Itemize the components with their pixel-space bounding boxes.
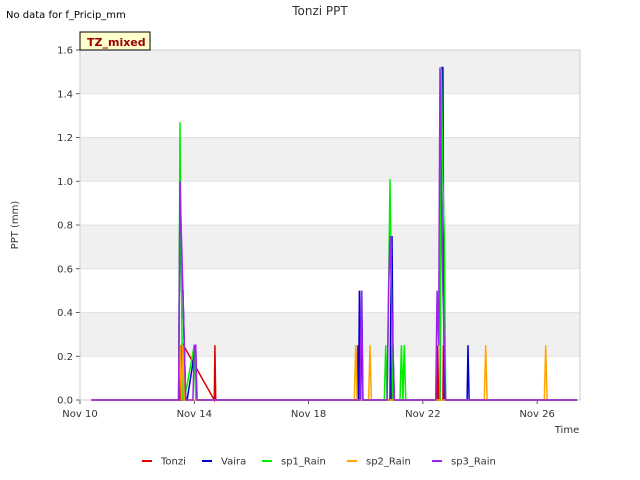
x-tick-label: Nov 10 xyxy=(62,409,97,420)
x-tick-label: Nov 18 xyxy=(291,409,326,420)
legend-label: sp1_Rain xyxy=(281,457,326,468)
grid-band xyxy=(80,50,580,94)
legend-label: sp3_Rain xyxy=(451,457,496,468)
grid-band xyxy=(80,312,580,357)
plot-area: 0.0 0.2 0.4 0.6 0.8 1.0 1.2 1.4 1.6 Nov 10 Nov 14 N… xyxy=(57,46,581,420)
y-tick-label: 1.0 xyxy=(57,177,73,188)
tonzi-ppt-chart: No data for f_Pricip_mm Tonzi PPT 0.0 0.2… xyxy=(6,4,581,468)
y-tick-label: 0.6 xyxy=(57,264,73,275)
no-data-note: No data for f_Pricip_mm xyxy=(6,10,126,21)
grid-band xyxy=(80,225,580,269)
y-tick-label: 1.4 xyxy=(57,89,73,100)
tz-badge-label: TZ_mixed xyxy=(87,36,146,49)
y-axis-label: PPT (mm) xyxy=(10,201,21,250)
y-tick-label: 0.0 xyxy=(57,396,73,407)
tz-badge: TZ_mixed xyxy=(79,31,151,51)
chart-title: Tonzi PPT xyxy=(291,4,348,18)
x-tick-label: Nov 14 xyxy=(177,409,212,420)
chart-root: No data for f_Pricip_mm Tonzi PPT 0.0 0.2… xyxy=(0,0,640,480)
y-tick-label: 1.6 xyxy=(57,46,73,57)
y-tick-label: 0.2 xyxy=(57,352,73,363)
y-tick-label: 1.2 xyxy=(57,133,73,144)
legend-label: sp2_Rain xyxy=(366,457,411,468)
x-tick-label: Nov 26 xyxy=(519,409,554,420)
y-tick-label: 0.8 xyxy=(57,221,73,232)
legend-label: Vaira xyxy=(221,457,246,468)
legend: Tonzi Vaira sp1_Rain sp2_Rain sp3_Rain xyxy=(142,457,496,468)
x-axis-label: Time xyxy=(554,425,579,436)
x-tick-label: Nov 22 xyxy=(405,409,440,420)
legend-label: Tonzi xyxy=(160,457,186,468)
y-tick-label: 0.4 xyxy=(57,308,73,319)
grid-band xyxy=(80,137,580,182)
